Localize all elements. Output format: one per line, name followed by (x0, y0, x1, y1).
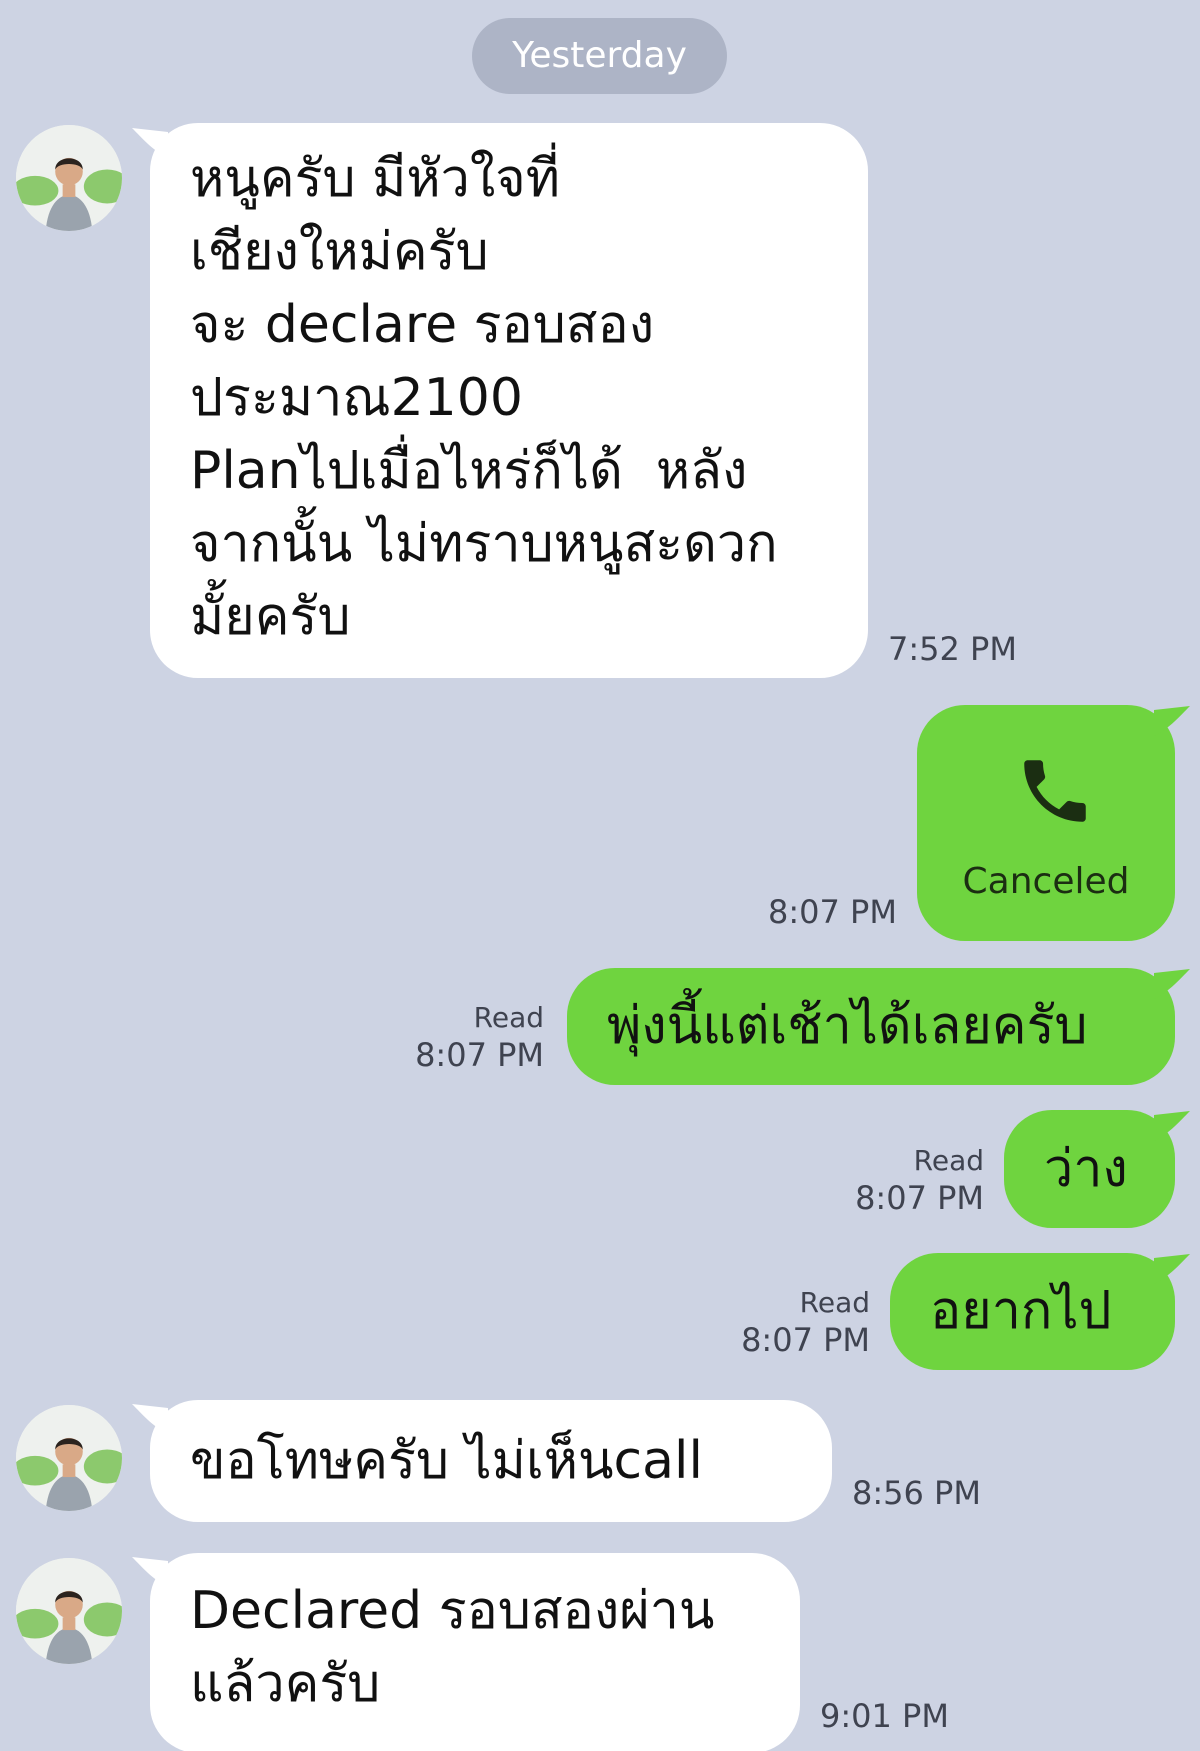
message-time: 8:07 PM (855, 1179, 984, 1217)
read-status: Read (473, 1001, 544, 1034)
phone-icon (1024, 760, 1086, 822)
date-divider: Yesterday (472, 18, 727, 94)
contact-avatar[interactable] (16, 1405, 122, 1511)
message-time: 8:07 PM (415, 1036, 544, 1074)
message-time: 7:52 PM (888, 630, 1017, 668)
message-bubble-outgoing[interactable]: พุ่งนี้แต่เช้าได้เลยครับ (567, 968, 1175, 1085)
contact-avatar[interactable] (16, 125, 122, 231)
message-bubble-outgoing[interactable]: ว่าง (1004, 1110, 1175, 1228)
message-bubble-incoming[interactable]: Declared รอบสองผ่าน แล้วครับ (150, 1553, 800, 1751)
message-bubble-outgoing[interactable]: อยากไป (890, 1253, 1175, 1370)
message-time: 8:56 PM (852, 1474, 981, 1512)
call-bubble[interactable]: Canceled (917, 705, 1175, 941)
read-status: Read (913, 1144, 984, 1177)
message-time: 8:07 PM (741, 1321, 870, 1359)
contact-avatar[interactable] (16, 1558, 122, 1664)
message-time: 8:07 PM (768, 893, 897, 931)
chat-view: Yesterday หนูครับ มีหัวใจที่ เชียงใหม่คร… (0, 0, 1200, 1751)
bubble-tail (1154, 706, 1190, 736)
avatar-photo-icon (16, 125, 122, 231)
call-status-label: Canceled (962, 861, 1130, 902)
avatar-photo-icon (16, 1558, 122, 1664)
bubble-tail (1154, 1111, 1190, 1141)
message-meta: Read 8:07 PM (415, 1000, 544, 1074)
bubble-tail (1154, 969, 1190, 999)
message-meta: Read 8:07 PM (741, 1285, 870, 1359)
message-bubble-incoming[interactable]: หนูครับ มีหัวใจที่ เชียงใหม่ครับ จะ decl… (150, 123, 868, 678)
message-time: 9:01 PM (820, 1697, 949, 1735)
message-meta: Read 8:07 PM (855, 1143, 984, 1217)
avatar-photo-icon (16, 1405, 122, 1511)
read-status: Read (799, 1286, 870, 1319)
message-bubble-incoming[interactable]: ขอโทษครับ ไม่เห็นcall (150, 1400, 832, 1522)
bubble-tail (1154, 1254, 1190, 1284)
